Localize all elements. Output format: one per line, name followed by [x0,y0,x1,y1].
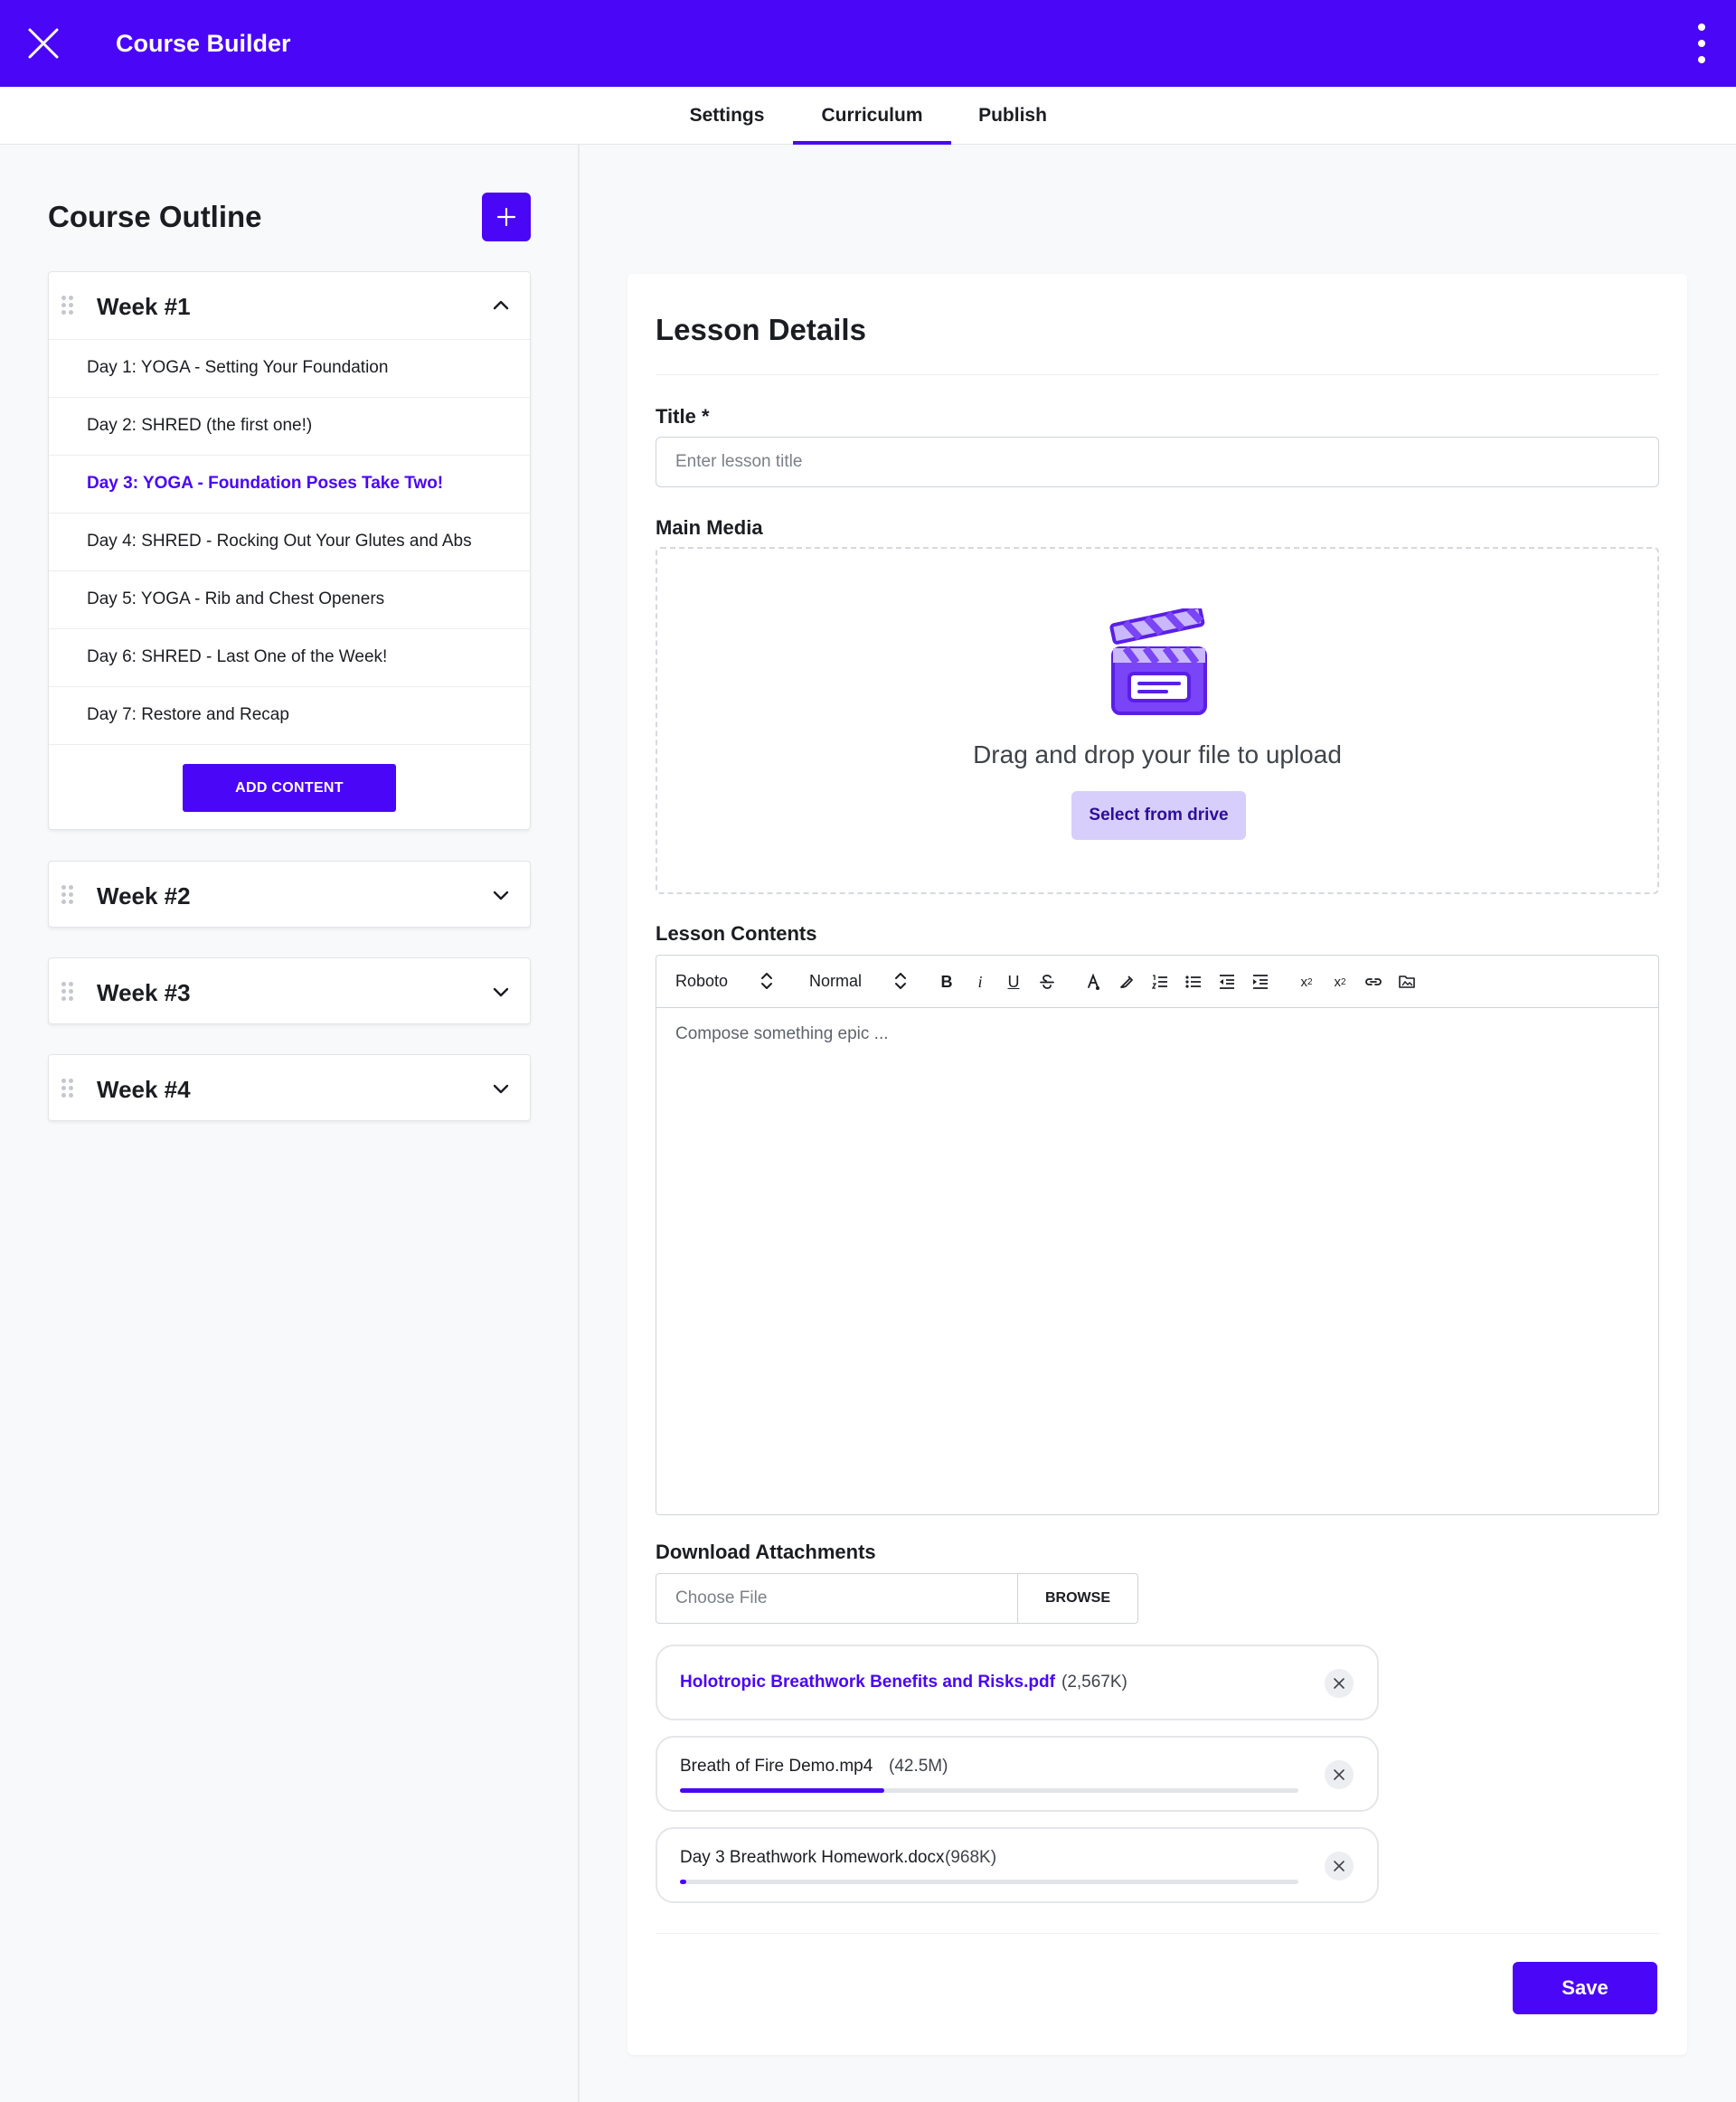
drag-handle-icon[interactable] [61,885,74,905]
week-label: Week #1 [97,293,191,320]
more-menu-button[interactable] [1694,24,1709,63]
week-card-4: Week #4 [48,1054,531,1121]
upload-progress-bar [680,1788,1298,1793]
browse-button[interactable]: BROWSE [1017,1574,1137,1623]
week-card-3: Week #3 [48,957,531,1024]
week-label: Week #2 [97,882,191,910]
lesson-item[interactable]: Day 2: SHRED (the first one!) [49,397,530,455]
attachment-size: (968K) [945,1848,997,1867]
drag-handle-icon[interactable] [61,982,74,1002]
cancel-upload-button[interactable] [1325,1852,1354,1880]
text-style-select[interactable]: Normal [809,956,909,1006]
lesson-item[interactable]: Day 1: YOGA - Setting Your Foundation [49,339,530,397]
close-button[interactable] [27,27,60,60]
lesson-item[interactable]: Day 6: SHRED - Last One of the Week! [49,628,530,686]
attachment-name: Day 3 Breathwork Homework.docx [680,1848,945,1867]
week-label: Week #4 [97,1076,191,1103]
course-outline-sidebar: Course Outline Week #1 Day 1: YOGA - Set… [0,145,580,2102]
choose-file-input[interactable] [656,1574,1017,1623]
main-media-label: Main Media [656,516,763,539]
lesson-title-input[interactable] [656,437,1659,487]
chevron-down-icon[interactable] [490,884,512,906]
chevron-down-icon[interactable] [490,981,512,1003]
strikethrough-icon[interactable] [1035,970,1059,994]
week-header-3[interactable]: Week #3 [49,958,530,1025]
week-header-1[interactable]: Week #1 [49,272,530,339]
attachment-name[interactable]: Holotropic Breathwork Benefits and Risks… [680,1671,1055,1694]
tab-curriculum[interactable]: Curriculum [793,87,951,145]
app-header: Course Builder [0,0,1736,87]
media-dropzone[interactable]: Drag and drop your file to upload Select… [656,547,1659,894]
text-color-icon[interactable] [1081,970,1105,994]
highlight-icon[interactable] [1115,970,1138,994]
upload-progress-bar [680,1880,1298,1884]
close-icon [28,28,59,59]
save-button[interactable]: Save [1513,1962,1657,2014]
lesson-item[interactable]: Day 7: Restore and Recap [49,686,530,744]
ordered-list-icon[interactable] [1148,970,1172,994]
font-family-select[interactable]: Roboto [675,956,775,1006]
week-label: Week #3 [97,979,191,1006]
link-icon[interactable] [1362,970,1385,994]
chevron-down-icon[interactable] [490,1078,512,1099]
image-icon[interactable] [1395,970,1419,994]
add-week-button[interactable] [482,193,531,241]
lesson-item[interactable]: Day 4: SHRED - Rocking Out Your Glutes a… [49,513,530,570]
panel-title: Lesson Details [656,313,866,346]
add-content-button[interactable]: ADD CONTENT [183,764,396,812]
rich-text-editor: Roboto Normal B i U x 2 x 2 Compose some… [656,955,1659,1515]
plus-icon [496,207,516,227]
editor-toolbar: Roboto Normal B i U x 2 x 2 [656,956,1658,1008]
week-header-2[interactable]: Week #2 [49,862,530,928]
app-title: Course Builder [116,30,291,57]
subscript-icon[interactable]: x2 [1295,970,1318,994]
close-icon [1334,1678,1344,1689]
underline-icon[interactable]: U [1002,970,1025,994]
drag-handle-icon[interactable] [61,1079,74,1098]
close-icon [1334,1769,1344,1780]
superscript-icon[interactable]: x2 [1328,970,1352,994]
title-label: Title * [656,405,710,428]
bullet-list-icon[interactable] [1182,970,1205,994]
more-vertical-icon [1698,24,1705,31]
indent-icon[interactable] [1249,970,1272,994]
attachment-item: Holotropic Breathwork Benefits and Risks… [656,1645,1379,1720]
select-from-drive-button[interactable]: Select from drive [1071,791,1246,840]
week-header-4[interactable]: Week #4 [49,1055,530,1122]
italic-icon[interactable]: i [968,970,992,994]
video-clapperboard-icon [1109,608,1207,715]
chevron-up-icon[interactable] [490,295,512,316]
close-icon [1334,1861,1344,1871]
tab-publish[interactable]: Publish [959,87,1066,145]
remove-attachment-button[interactable] [1325,1669,1354,1698]
lesson-item-active[interactable]: Day 3: YOGA - Foundation Poses Take Two! [49,455,530,513]
week-card-2: Week #2 [48,861,531,928]
attachment-size: (42.5M) [889,1757,948,1776]
divider [656,374,1659,375]
tab-settings[interactable]: Settings [669,87,785,145]
attachment-size: (2,567K) [1061,1673,1127,1692]
file-chooser: BROWSE [656,1573,1138,1624]
attachment-name: Breath of Fire Demo.mp4 [680,1757,873,1776]
editor-content-area[interactable]: Compose something epic ... [656,1008,1658,1514]
outline-title: Course Outline [48,200,262,233]
lesson-contents-label: Lesson Contents [656,922,817,945]
attachments-label: Download Attachments [656,1541,876,1563]
week-card-1: Week #1 Day 1: YOGA - Setting Your Found… [48,271,531,830]
bold-icon[interactable]: B [935,970,958,994]
divider [656,1933,1659,1934]
dropzone-text: Drag and drop your file to upload [973,740,1342,768]
outdent-icon[interactable] [1215,970,1239,994]
cancel-upload-button[interactable] [1325,1760,1354,1789]
attachment-item: Breath of Fire Demo.mp4 (42.5M) [656,1736,1379,1812]
lesson-item[interactable]: Day 5: YOGA - Rib and Chest Openers [49,570,530,628]
chevron-up-down-icon [895,973,906,989]
chevron-up-down-icon [761,973,772,989]
lesson-details-panel: Lesson Details Title * Main Media Drag a… [627,274,1687,2055]
drag-handle-icon[interactable] [61,296,74,316]
attachment-item: Day 3 Breathwork Homework.docx (968K) [656,1827,1379,1903]
tab-bar: Settings Curriculum Publish [0,87,1736,145]
